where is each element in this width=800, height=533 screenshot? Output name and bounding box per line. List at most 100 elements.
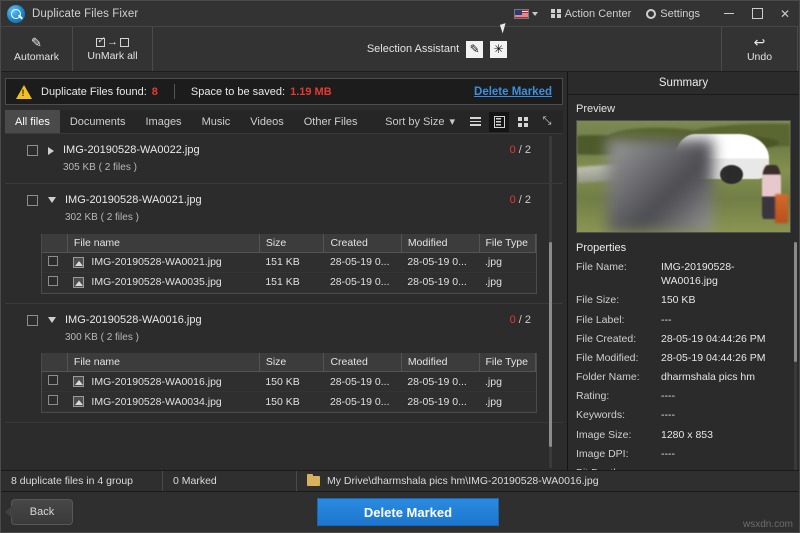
property-row: Image Size: 1280 x 853 [576,428,791,442]
detail-view-icon[interactable] [489,112,509,132]
group-checkbox[interactable] [27,145,38,156]
undo-button[interactable]: ↩ Undo [722,27,798,71]
gear-icon [646,9,656,19]
column-header-checkbox[interactable] [42,234,67,253]
row-checkbox-cell[interactable] [42,272,67,292]
properties-scrollbar-thumb[interactable] [794,242,797,362]
preview-image[interactable] [576,120,791,233]
row-size: 151 KB [259,252,324,272]
column-header-modified[interactable]: Modified [401,353,479,372]
column-header-file-type[interactable]: File Type [479,353,535,372]
group-checkbox[interactable] [27,315,38,326]
tab-images[interactable]: Images [135,110,191,133]
column-header-modified[interactable]: Modified [401,234,479,253]
status-duplicate-count: 8 duplicate files in 4 group [1,471,163,491]
info-bar: Duplicate Files found: 8 Space to be sav… [5,78,563,105]
column-header-size[interactable]: Size [259,234,324,253]
close-button[interactable]: ✕ [771,1,799,27]
row-file-name-cell: IMG-20190528-WA0016.jpg [67,372,259,392]
tab-videos[interactable]: Videos [240,110,293,133]
row-checkbox-cell[interactable] [42,392,67,412]
column-header-file-type[interactable]: File Type [479,234,535,253]
settings-label: Settings [660,8,700,20]
magic-wand-icon[interactable]: ✎ [466,41,483,58]
duplicate-groups-list[interactable]: IMG-20190528-WA0022.jpg 305 KB ( 2 files… [5,134,563,470]
row-checkbox[interactable] [48,276,58,286]
delete-marked-button[interactable]: Delete Marked [317,498,499,526]
row-checkbox-cell[interactable] [42,372,67,392]
row-created: 28-05-19 0... [324,272,401,292]
main-body: Duplicate Files found: 8 Space to be sav… [1,72,799,470]
property-row: Bit Depth: [576,466,791,470]
row-created: 28-05-19 0... [324,252,401,272]
row-checkbox[interactable] [48,395,58,405]
property-value: ---- [661,389,791,403]
us-flag-icon[interactable] [514,9,529,19]
row-file-name: IMG-20190528-WA0016.jpg [91,376,221,388]
asterisk-icon[interactable]: ✳ [490,41,507,58]
row-modified: 28-05-19 0... [401,372,479,392]
image-thumbnail-icon [73,376,84,387]
chevron-down-icon[interactable] [48,317,56,323]
row-modified: 28-05-19 0... [401,392,479,412]
chevron-down-icon[interactable] [48,197,56,203]
column-header-file-name[interactable]: File name [67,353,259,372]
back-button[interactable]: Back [11,499,73,525]
automark-button[interactable]: ✎ Automark [1,27,73,71]
chevron-right-icon[interactable] [48,147,54,155]
table-row[interactable]: IMG-20190528-WA0016.jpg 150 KB 28-05-19 … [42,372,536,392]
group-header[interactable]: IMG-20190528-WA0016.jpg 300 KB ( 2 files… [5,304,563,353]
row-checkbox[interactable] [48,256,58,266]
tab-music[interactable]: Music [192,110,241,133]
unmark-all-button[interactable]: → UnMark all [73,27,153,71]
tab-documents[interactable]: Documents [60,110,136,133]
column-header-created[interactable]: Created [324,234,401,253]
group-marked-count: 0 / 2 [510,314,531,326]
row-created: 28-05-19 0... [324,372,401,392]
warning-triangle-icon [16,85,32,99]
group-header[interactable]: IMG-20190528-WA0022.jpg 305 KB ( 2 files… [5,134,563,183]
table-row[interactable]: IMG-20190528-WA0021.jpg 151 KB 28-05-19 … [42,252,536,272]
image-thumbnail-icon [73,396,84,407]
delete-marked-link[interactable]: Delete Marked [474,86,552,98]
left-pane: Duplicate Files found: 8 Space to be sav… [1,72,567,470]
group-header[interactable]: IMG-20190528-WA0021.jpg 302 KB ( 2 files… [5,184,563,233]
group-checkbox[interactable] [27,195,38,206]
tab-other-files[interactable]: Other Files [294,110,368,133]
grid-view-icon[interactable] [513,112,533,132]
minimize-button[interactable] [715,1,743,27]
maximize-button[interactable] [743,1,771,27]
duplicate-group: IMG-20190528-WA0016.jpg 300 KB ( 2 files… [5,304,563,423]
group-name: IMG-20190528-WA0022.jpg [63,143,200,159]
property-value: 28-05-19 04:44:26 PM [661,351,791,365]
language-chevron-down-icon[interactable] [532,12,538,16]
row-created: 28-05-19 0... [324,392,401,412]
column-header-created[interactable]: Created [324,353,401,372]
status-marked-count: 0 Marked [163,471,297,491]
property-key: Image DPI: [576,447,661,461]
table-row[interactable]: IMG-20190528-WA0035.jpg 151 KB 28-05-19 … [42,272,536,292]
column-header-size[interactable]: Size [259,353,324,372]
property-value: 150 KB [661,293,791,307]
table-row[interactable]: IMG-20190528-WA0034.jpg 150 KB 28-05-19 … [42,392,536,412]
tab-all-files[interactable]: All files [5,110,60,133]
row-file-name: IMG-20190528-WA0034.jpg [91,396,221,408]
sort-by-dropdown[interactable]: Sort by Size ▾ [385,115,455,128]
duplicates-found-label: Duplicate Files found: [41,86,147,98]
properties-title: Properties [576,242,791,254]
column-header-checkbox[interactable] [42,353,67,372]
grid-icon [551,9,561,19]
list-view-icon[interactable] [465,112,485,132]
preview-label: Preview [576,103,791,115]
property-row: Image DPI: ---- [576,447,791,461]
magnifier-logo-icon [7,5,25,23]
row-checkbox-cell[interactable] [42,252,67,272]
expand-view-icon[interactable]: ⤡ [537,112,557,132]
column-header-file-name[interactable]: File name [67,234,259,253]
group-marked-count: 0 / 2 [510,144,531,156]
row-modified: 28-05-19 0... [401,252,479,272]
settings-button[interactable]: Settings [646,8,700,20]
row-checkbox[interactable] [48,375,58,385]
action-center-button[interactable]: Action Center [551,8,631,20]
row-file-type: .jpg [479,252,535,272]
